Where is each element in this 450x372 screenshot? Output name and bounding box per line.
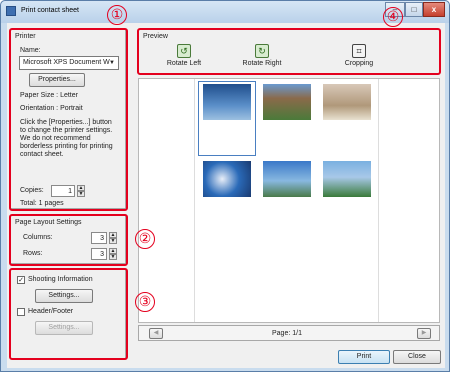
next-page-button[interactable]: ▶: [417, 328, 431, 339]
callout-preview-box: [137, 28, 441, 75]
thumbnail-3[interactable]: [323, 84, 371, 120]
page-navigator: ◀ Page: 1/1 ▶: [138, 325, 440, 341]
title-bar: Print contact sheet – □ x: [1, 1, 449, 23]
print-button[interactable]: Print: [338, 350, 390, 364]
callout-number-2: ②: [135, 229, 155, 249]
print-contact-sheet-window: Print contact sheet – □ x Printer Name: …: [0, 0, 450, 372]
app-icon: [6, 6, 16, 16]
close-button[interactable]: Close: [393, 350, 441, 364]
callout-printer-box: [9, 28, 128, 211]
close-window-button[interactable]: x: [423, 2, 445, 17]
window-title: Print contact sheet: [21, 7, 79, 14]
preview-page: [194, 79, 379, 322]
thumbnail-2[interactable]: [263, 84, 311, 120]
thumbnail-5[interactable]: [263, 161, 311, 197]
preview-area: [138, 78, 440, 323]
callout-number-3: ③: [135, 292, 155, 312]
callout-options-box: [9, 268, 128, 360]
callout-number-1: ①: [107, 5, 127, 25]
maximize-button[interactable]: □: [405, 2, 423, 17]
thumbnail-6[interactable]: [323, 161, 371, 197]
thumbnail-4[interactable]: [203, 161, 251, 197]
thumbnail-1[interactable]: [203, 84, 251, 120]
callout-layout-box: [9, 214, 128, 266]
previous-page-button[interactable]: ◀: [149, 328, 163, 339]
callout-number-4: ④: [383, 7, 403, 27]
page-indicator: Page: 1/1: [272, 330, 302, 337]
dialog-client: Printer Name: Microsoft XPS Document W ▼…: [7, 23, 445, 368]
